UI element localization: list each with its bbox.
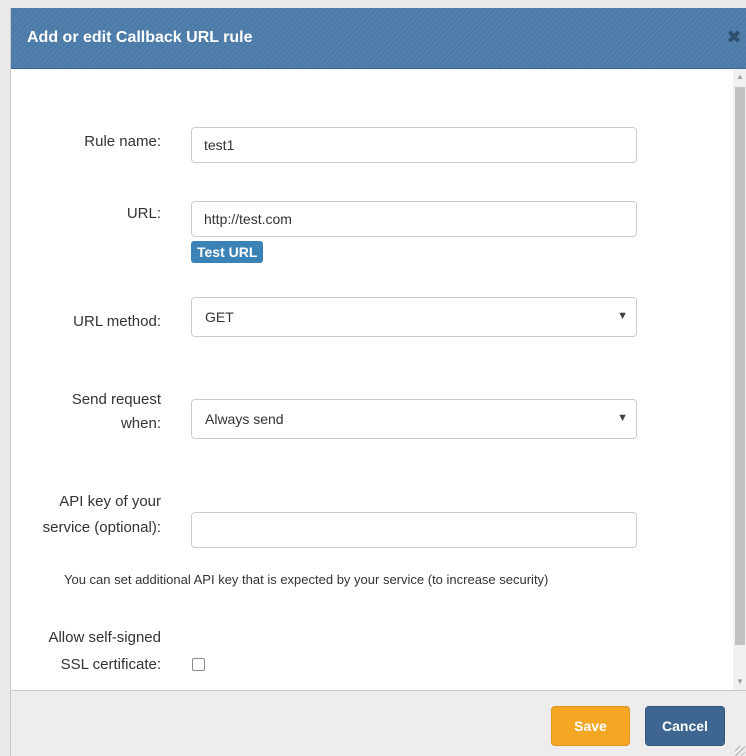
scroll-thumb[interactable] — [735, 87, 745, 645]
scroll-up-icon[interactable]: ▲ — [733, 69, 746, 85]
cancel-button[interactable]: Cancel — [645, 706, 725, 746]
send-request-label-line1: Send request — [71, 391, 161, 408]
dialog-title: Add or edit Callback URL rule — [27, 29, 253, 46]
url-method-value: GET — [205, 309, 234, 325]
send-request-select[interactable]: Always send ▼ — [191, 399, 637, 439]
dialog-titlebar[interactable]: Add or edit Callback URL rule ✖ — [11, 8, 746, 69]
self-signed-label-line1: Allow self-signed — [48, 629, 161, 646]
dialog-footer: Save Cancel — [11, 690, 746, 756]
api-key-help-text: You can set additional API key that is e… — [64, 572, 549, 587]
api-key-label-line1: API key of your — [59, 493, 161, 510]
caret-down-icon: ▼ — [617, 310, 628, 322]
send-request-value: Always send — [205, 411, 284, 427]
api-key-input[interactable] — [191, 512, 637, 548]
test-url-button[interactable]: Test URL — [191, 241, 264, 263]
url-method-label: URL method: — [73, 313, 161, 330]
resize-grip-icon[interactable] — [735, 746, 745, 756]
send-request-label-line2: when: — [120, 415, 161, 432]
dialog-content: Rule name: URL: Test URL URL method: GET… — [11, 69, 733, 690]
caret-down-icon: ▼ — [617, 412, 628, 424]
scroll-down-icon[interactable]: ▼ — [733, 674, 746, 690]
url-method-select[interactable]: GET ▼ — [191, 297, 637, 337]
api-key-label-line2: service (optional): — [42, 519, 161, 536]
rule-name-label: Rule name: — [84, 133, 161, 150]
self-signed-label-line2: SSL certificate: — [60, 656, 161, 673]
save-button[interactable]: Save — [551, 706, 630, 746]
url-label: URL: — [126, 205, 161, 222]
self-signed-checkbox[interactable] — [192, 658, 205, 671]
content-scrollbar[interactable]: ▲ ▼ — [733, 69, 746, 690]
close-icon[interactable]: ✖ — [724, 27, 744, 47]
rule-name-input[interactable] — [191, 127, 637, 163]
callback-url-rule-dialog: Add or edit Callback URL rule ✖ Rule nam… — [10, 8, 746, 756]
url-input[interactable] — [191, 201, 637, 237]
